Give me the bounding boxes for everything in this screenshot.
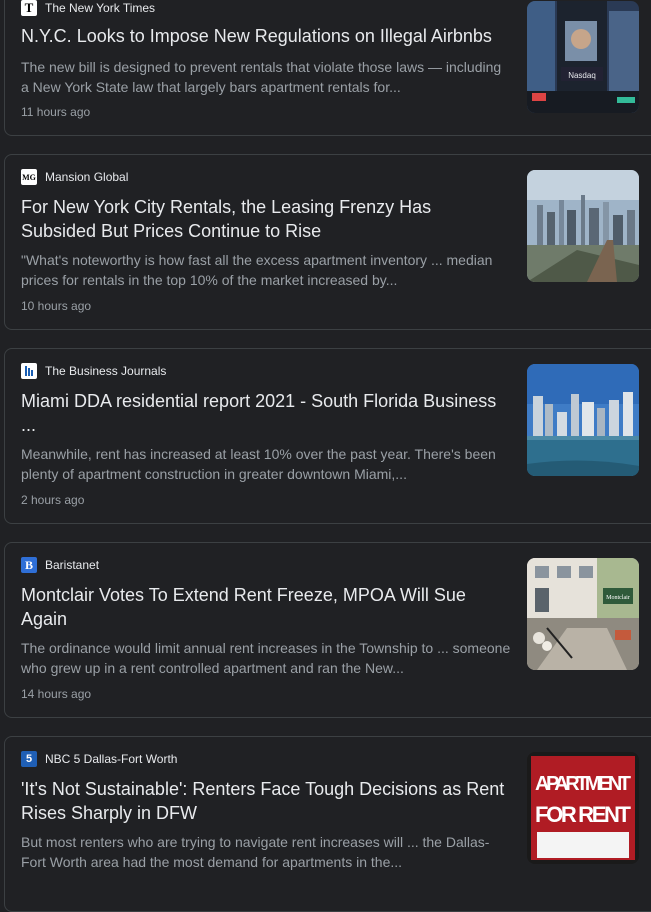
nbc5-logo-icon: 5 (21, 751, 37, 767)
news-timestamp: 10 hours ago (21, 299, 92, 313)
snippet-line: plenty of apartment construction in grea… (21, 466, 407, 482)
snippet-line: prices for rentals in the top 10% of the… (21, 272, 398, 288)
news-thumbnail[interactable]: Nasdaq (527, 1, 639, 113)
news-thumbnail[interactable] (527, 170, 639, 282)
headline-line[interactable]: ... (21, 413, 511, 437)
news-snippet: Meanwhile, rent has increased at least 1… (21, 444, 516, 484)
news-card[interactable]: MG Mansion Global For New York City Rent… (4, 154, 651, 330)
news-source: MG Mansion Global (21, 169, 128, 185)
source-name: Mansion Global (45, 170, 129, 184)
source-name: NBC 5 Dallas-Fort Worth (45, 752, 178, 766)
news-source: 5 NBC 5 Dallas-Fort Worth (21, 751, 177, 767)
news-thumbnail[interactable] (527, 364, 639, 476)
news-card[interactable]: 5 NBC 5 Dallas-Fort Worth 'It's Not Sust… (4, 736, 651, 912)
snippet-line: But most renters who are trying to navig… (21, 834, 490, 850)
news-headline-link[interactable]: N.Y.C. Looks to Impose New Regulations o… (21, 24, 511, 48)
news-card[interactable]: The Business Journals Miami DDA resident… (4, 348, 651, 524)
headline-line[interactable]: Again (21, 607, 511, 631)
headline-line[interactable]: 'It's Not Sustainable': Renters Face Tou… (21, 777, 511, 801)
svg-text:Montclair: Montclair (606, 595, 630, 601)
headline-line[interactable]: N.Y.C. Looks to Impose New Regulations o… (21, 24, 511, 48)
news-timestamp: 14 hours ago (21, 687, 92, 701)
source-name: The Business Journals (45, 364, 167, 378)
snippet-line: who grew up in a rent controlled apartme… (21, 660, 404, 676)
baristanet-logo-icon: B (21, 557, 37, 573)
news-card[interactable]: T The New York Times N.Y.C. Looks to Imp… (4, 0, 651, 136)
svg-text:Nasdaq: Nasdaq (568, 71, 596, 80)
news-snippet: The ordinance would limit annual rent in… (21, 638, 516, 678)
headline-line[interactable]: Miami DDA residential report 2021 - Sout… (21, 389, 511, 413)
mansion-global-logo-icon: MG (21, 169, 37, 185)
news-snippet: The new bill is designed to prevent rent… (21, 57, 516, 97)
svg-text:FOR RENT: FOR RENT (535, 802, 632, 827)
news-snippet: But most renters who are trying to navig… (21, 832, 516, 872)
nyt-logo-icon: T (21, 0, 37, 16)
news-headline-link[interactable]: Miami DDA residential report 2021 - Sout… (21, 389, 511, 437)
news-headline-link[interactable]: Montclair Votes To Extend Rent Freeze, M… (21, 583, 511, 631)
headline-line[interactable]: Subsided But Prices Continue to Rise (21, 219, 511, 243)
snippet-line: The new bill is designed to prevent rent… (21, 59, 502, 75)
news-thumbnail[interactable]: Montclair (527, 558, 639, 670)
news-source: The Business Journals (21, 363, 166, 379)
news-timestamp: 2 hours ago (21, 493, 85, 507)
news-headline-link[interactable]: 'It's Not Sustainable': Renters Face Tou… (21, 777, 511, 825)
news-card[interactable]: B Baristanet Montclair Votes To Extend R… (4, 542, 651, 718)
news-headline-link[interactable]: For New York City Rentals, the Leasing F… (21, 195, 511, 243)
snippet-line: Meanwhile, rent has increased at least 1… (21, 446, 496, 462)
news-snippet: "What's noteworthy is how fast all the e… (21, 250, 516, 290)
snippet-line: Fort Worth area had the most demand for … (21, 854, 403, 870)
snippet-line: a New York State law that largely bars a… (21, 79, 401, 95)
headline-line[interactable]: Montclair Votes To Extend Rent Freeze, M… (21, 583, 511, 607)
source-name: Baristanet (45, 558, 100, 572)
news-source: T The New York Times (21, 0, 155, 16)
news-source: B Baristanet (21, 557, 99, 573)
headline-line[interactable]: Rises Sharply in DFW (21, 801, 511, 825)
news-thumbnail[interactable]: APARTMENT FOR RENT (527, 752, 639, 864)
snippet-line: The ordinance would limit annual rent in… (21, 640, 511, 656)
headline-line[interactable]: For New York City Rentals, the Leasing F… (21, 195, 511, 219)
news-timestamp: 11 hours ago (21, 105, 91, 119)
business-journals-logo-icon (21, 363, 37, 379)
source-name: The New York Times (45, 1, 156, 15)
svg-text:APARTMENT: APARTMENT (535, 773, 631, 795)
snippet-line: "What's noteworthy is how fast all the e… (21, 252, 493, 268)
